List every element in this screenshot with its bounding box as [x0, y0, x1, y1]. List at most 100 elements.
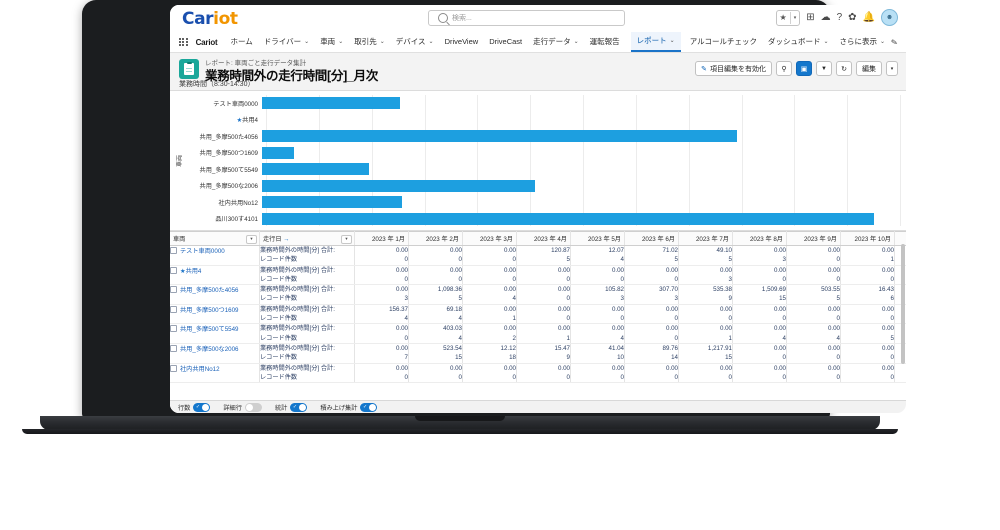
column-header-month-2[interactable]: 2023 年 3月: [462, 231, 517, 246]
cell-month-value: 0.00 4: [570, 323, 625, 344]
global-search-box[interactable]: 検索...: [428, 10, 625, 26]
nav-item-9[interactable]: レポート ⌄: [630, 32, 681, 52]
nav-item-4[interactable]: デバイス ⌄: [396, 32, 434, 52]
table-row[interactable]: 共用_多摩500つ1609 業務時間外の時間[分] 合計: レコード件数 156.37…: [170, 304, 906, 325]
gear-icon[interactable]: ✿: [848, 12, 856, 23]
column-header-month-0[interactable]: 2023 年 1月: [354, 231, 409, 246]
toggle-switch[interactable]: [244, 402, 262, 412]
vehicle-link[interactable]: 共用_多摩500た4056: [180, 287, 238, 294]
chevron-down-icon[interactable]: ▼: [341, 235, 352, 244]
table-row[interactable]: 共用_多摩500な2006 業務時間外の時間[分] 合計: レコード件数 0.00 7 5…: [170, 343, 906, 364]
metric-sum-value: 523.54: [443, 344, 462, 352]
row-checkbox[interactable]: [170, 344, 177, 352]
vehicle-link[interactable]: 共用_多摩500て5549: [180, 326, 238, 333]
nav-item-8[interactable]: 運転報告: [590, 32, 620, 52]
table-row[interactable]: テスト車両0000 業務時間外の時間[分] 合計: レコード件数 0.00 0 0.00 0…: [170, 245, 906, 266]
row-checkbox[interactable]: [170, 305, 177, 313]
column-header-month-1[interactable]: 2023 年 2月: [408, 231, 463, 246]
row-checkbox[interactable]: [170, 364, 177, 372]
column-header-month-3[interactable]: 2023 年 4月: [516, 231, 571, 246]
laptop-mockup: Cariot 検索... ★ ▾ ⊞ ☁ ? ✿ 🔔 ☻ Cariot ホーム …: [0, 0, 1000, 530]
row-checkbox[interactable]: [170, 247, 177, 254]
footer-toggle-2[interactable]: 統計: [275, 402, 308, 412]
metric-count-value: 5: [566, 256, 570, 264]
chart-bar[interactable]: [262, 196, 403, 209]
table-row[interactable]: 社内共用No12 業務時間外の時間[分] 合計: レコード件数 0.00 0 0.00 0 0…: [170, 363, 906, 384]
vehicle-link[interactable]: 社内共用No12: [180, 366, 220, 373]
column-header-drive-date[interactable]: 走行日 → ▼: [259, 231, 355, 246]
cell-month-value: 1,098.36 5: [408, 284, 463, 305]
cell-month-value: 0.001: [516, 323, 571, 344]
metric-count-value: 5: [890, 334, 894, 342]
avatar[interactable]: ☻: [881, 9, 898, 26]
column-header-month-5[interactable]: 2023 年 6月: [624, 231, 679, 246]
chart-bar[interactable]: [262, 146, 295, 159]
metric-count-value: 4: [404, 315, 408, 323]
favorites-button[interactable]: ★ ▾: [775, 9, 801, 26]
toggle-switch[interactable]: [193, 402, 211, 412]
vehicle-link[interactable]: 共用_多摩500つ1609: [180, 307, 238, 314]
search-button[interactable]: ⚲: [776, 61, 792, 76]
nav-item-label: DriveCast: [489, 37, 523, 46]
nav-item-5[interactable]: DriveView: [445, 32, 479, 52]
cloud-icon[interactable]: ☁: [821, 12, 831, 23]
column-header-vehicle[interactable]: 車両 ▼: [170, 231, 260, 246]
cell-month-value: 49.10 5: [678, 245, 733, 266]
chart-bar[interactable]: [262, 97, 400, 110]
laptop-foot: [22, 429, 898, 434]
refresh-button[interactable]: ↻: [836, 61, 852, 76]
nav-item-label: 運転報告: [589, 37, 620, 46]
metric-count-value: 15: [725, 354, 732, 362]
nav-item-6[interactable]: DriveCast: [489, 32, 522, 52]
chevron-down-icon[interactable]: ▼: [246, 235, 257, 244]
footer-toggle-1[interactable]: 詳細行: [223, 402, 262, 412]
nav-item-10[interactable]: アルコールチェック: [690, 32, 757, 52]
column-header-month-7[interactable]: 2023 年 8月: [732, 231, 787, 246]
vehicle-link[interactable]: 共用_多摩500な2006: [180, 346, 238, 353]
row-checkbox[interactable]: [170, 266, 177, 274]
nav-item-1[interactable]: ドライバー ⌄: [264, 32, 309, 52]
toggle-switch[interactable]: [290, 402, 308, 412]
bell-icon[interactable]: 🔔: [863, 12, 875, 23]
report-table-container[interactable]: 車両 ▼ 走行日 → ▼ 2023 年 1月 2023 年 2月 2023 年 3月…: [170, 231, 906, 410]
nav-item-12[interactable]: さらに表示 ⌄: [840, 32, 886, 52]
app-grid-icon[interactable]: [179, 37, 188, 47]
chart-bar[interactable]: [262, 212, 875, 225]
app-launcher-icon[interactable]: ⊞: [806, 12, 814, 23]
column-header-month-10[interactable]: 2023 年 11月: [894, 231, 906, 246]
chart-bar[interactable]: [262, 179, 536, 192]
nav-item-3[interactable]: 取引先 ⌄: [354, 32, 385, 52]
edit-button[interactable]: 編集: [856, 61, 882, 76]
edit-menu-button[interactable]: ▾: [886, 61, 898, 76]
chart-toggle-button[interactable]: ▣: [796, 61, 812, 76]
row-checkbox[interactable]: [170, 286, 177, 294]
vehicle-link[interactable]: テスト車両0000: [180, 248, 225, 255]
chart-bar[interactable]: [262, 163, 369, 176]
table-row[interactable]: 共用_多摩500て5549 業務時間外の時間[分] 合計: レコード件数 0.00 0 4…: [170, 323, 906, 344]
column-header-month-4[interactable]: 2023 年 5月: [570, 231, 625, 246]
column-header-month-6[interactable]: 2023 年 7月: [678, 231, 733, 246]
footer-toggle-0[interactable]: 行数: [178, 402, 211, 412]
nav-item-2[interactable]: 車両 ⌄: [320, 32, 343, 52]
metric-count-value: 0: [890, 275, 894, 283]
row-checkbox[interactable]: [170, 325, 177, 333]
enable-field-edit-label: 項目編集を有効化: [710, 65, 766, 73]
edit-navigation-icon[interactable]: ✎: [890, 37, 898, 47]
vehicle-link[interactable]: ★共用4: [180, 268, 201, 275]
nav-item-7[interactable]: 走行データ ⌄: [533, 32, 579, 52]
help-icon[interactable]: ?: [837, 12, 843, 23]
nav-item-11[interactable]: ダッシュボード ⌄: [768, 32, 829, 52]
vertical-scrollbar[interactable]: [901, 244, 905, 364]
cell-month-value: 0.000: [516, 363, 571, 384]
enable-field-edit-button[interactable]: ✎ 項目編集を有効化: [695, 61, 772, 76]
nav-item-0[interactable]: ホーム: [231, 32, 253, 52]
chart-bar[interactable]: [262, 130, 738, 143]
footer-toggle-3[interactable]: 積み上げ集計: [320, 402, 378, 412]
filter-button[interactable]: ▼: [816, 61, 832, 76]
column-header-month-8[interactable]: 2023 年 9月: [786, 231, 841, 246]
table-row[interactable]: ★共用4 業務時間外の時間[分] 合計: レコード件数 0.00 0 0.00 0 0.00 0…: [170, 265, 906, 286]
table-row[interactable]: 共用_多摩500た4056 業務時間外の時間[分] 合計: レコード件数 0.00 3 1…: [170, 284, 906, 305]
chart-row: 社内共用No12: [170, 194, 900, 211]
toggle-switch[interactable]: [360, 402, 378, 412]
column-header-month-9[interactable]: 2023 年 10月: [840, 231, 895, 246]
